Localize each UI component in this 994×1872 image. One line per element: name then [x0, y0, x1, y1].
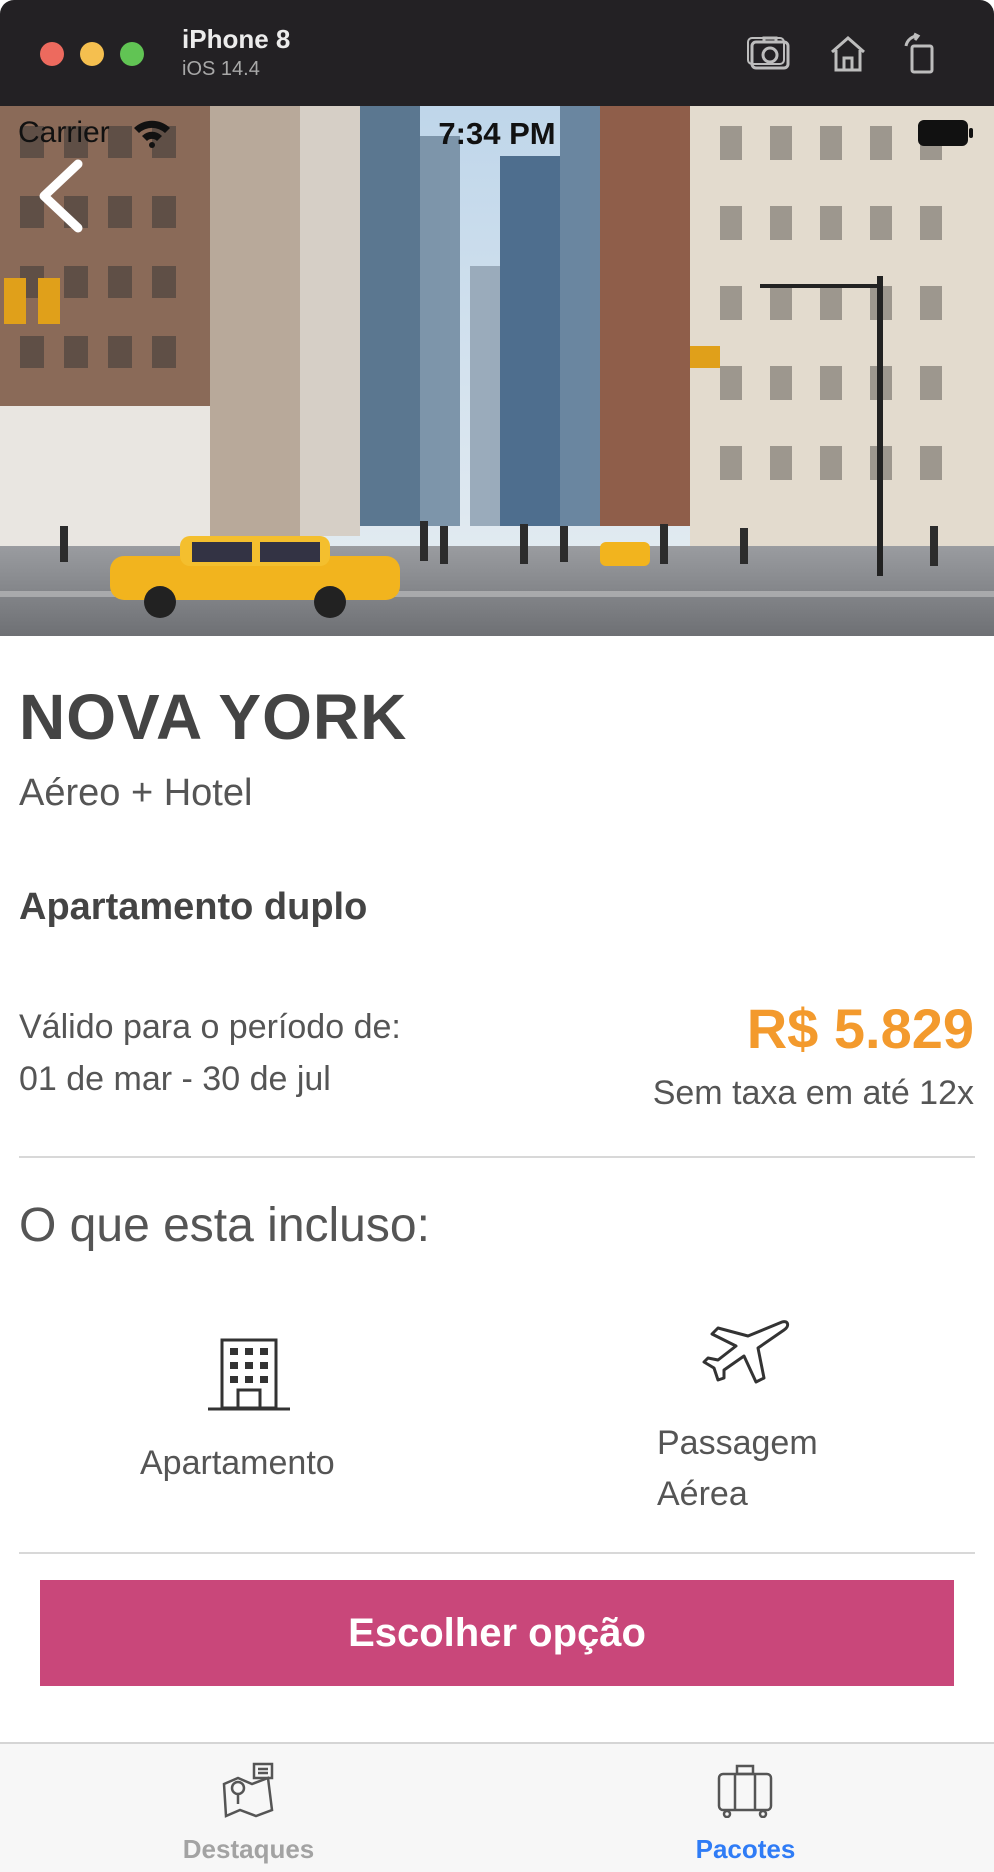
hero-image	[0, 106, 994, 636]
home-icon[interactable]	[824, 30, 872, 78]
tab-destaques[interactable]: Destaques	[0, 1744, 497, 1872]
battery-icon	[918, 120, 974, 146]
simulator-titlebar: iPhone 8 iOS 14.4	[0, 0, 994, 106]
tab-pacotes[interactable]: Pacotes	[497, 1744, 994, 1872]
tab-label: Pacotes	[695, 1834, 796, 1864]
screenshot-icon[interactable]	[746, 30, 794, 78]
close-window-button[interactable]	[40, 42, 64, 66]
divider	[19, 1552, 975, 1554]
airplane-icon	[700, 1316, 792, 1386]
installments-info: Sem taxa em até 12x	[652, 1074, 974, 1112]
minimize-window-button[interactable]	[80, 42, 104, 66]
destination-title: NOVA YORK	[19, 681, 408, 753]
device-name: iPhone 8	[182, 24, 291, 54]
tab-bar: Destaques Pacotes	[0, 1742, 994, 1872]
back-chevron-icon[interactable]	[34, 156, 94, 236]
included-heading: O que esta incluso:	[19, 1199, 430, 1252]
choose-option-button[interactable]: Escolher opção	[40, 1580, 954, 1686]
validity-label: Válido para o período de:	[19, 1008, 401, 1046]
included-item-label: Apartamento	[140, 1444, 335, 1482]
building-icon	[204, 1334, 294, 1414]
tab-label: Destaques	[182, 1834, 315, 1864]
validity-dates: 01 de mar - 30 de jul	[19, 1060, 331, 1098]
device-os-version: iOS 14.4	[182, 58, 260, 80]
map-pin-icon	[218, 1762, 278, 1818]
divider	[19, 1156, 975, 1158]
phone-screen: Carrier 7:34 PM NOVA YORK Aéreo + Hotel …	[0, 106, 994, 1872]
room-type: Apartamento duplo	[19, 886, 368, 928]
suitcase-icon	[715, 1762, 775, 1819]
package-subtitle: Aéreo + Hotel	[19, 772, 253, 814]
package-price: R$ 5.829	[746, 997, 974, 1060]
included-item-label: Passagem Aérea	[657, 1424, 818, 1513]
status-bar: Carrier 7:34 PM	[0, 106, 994, 158]
status-time: 7:34 PM	[438, 116, 556, 151]
rotate-icon[interactable]	[898, 30, 946, 78]
zoom-window-button[interactable]	[120, 42, 144, 66]
